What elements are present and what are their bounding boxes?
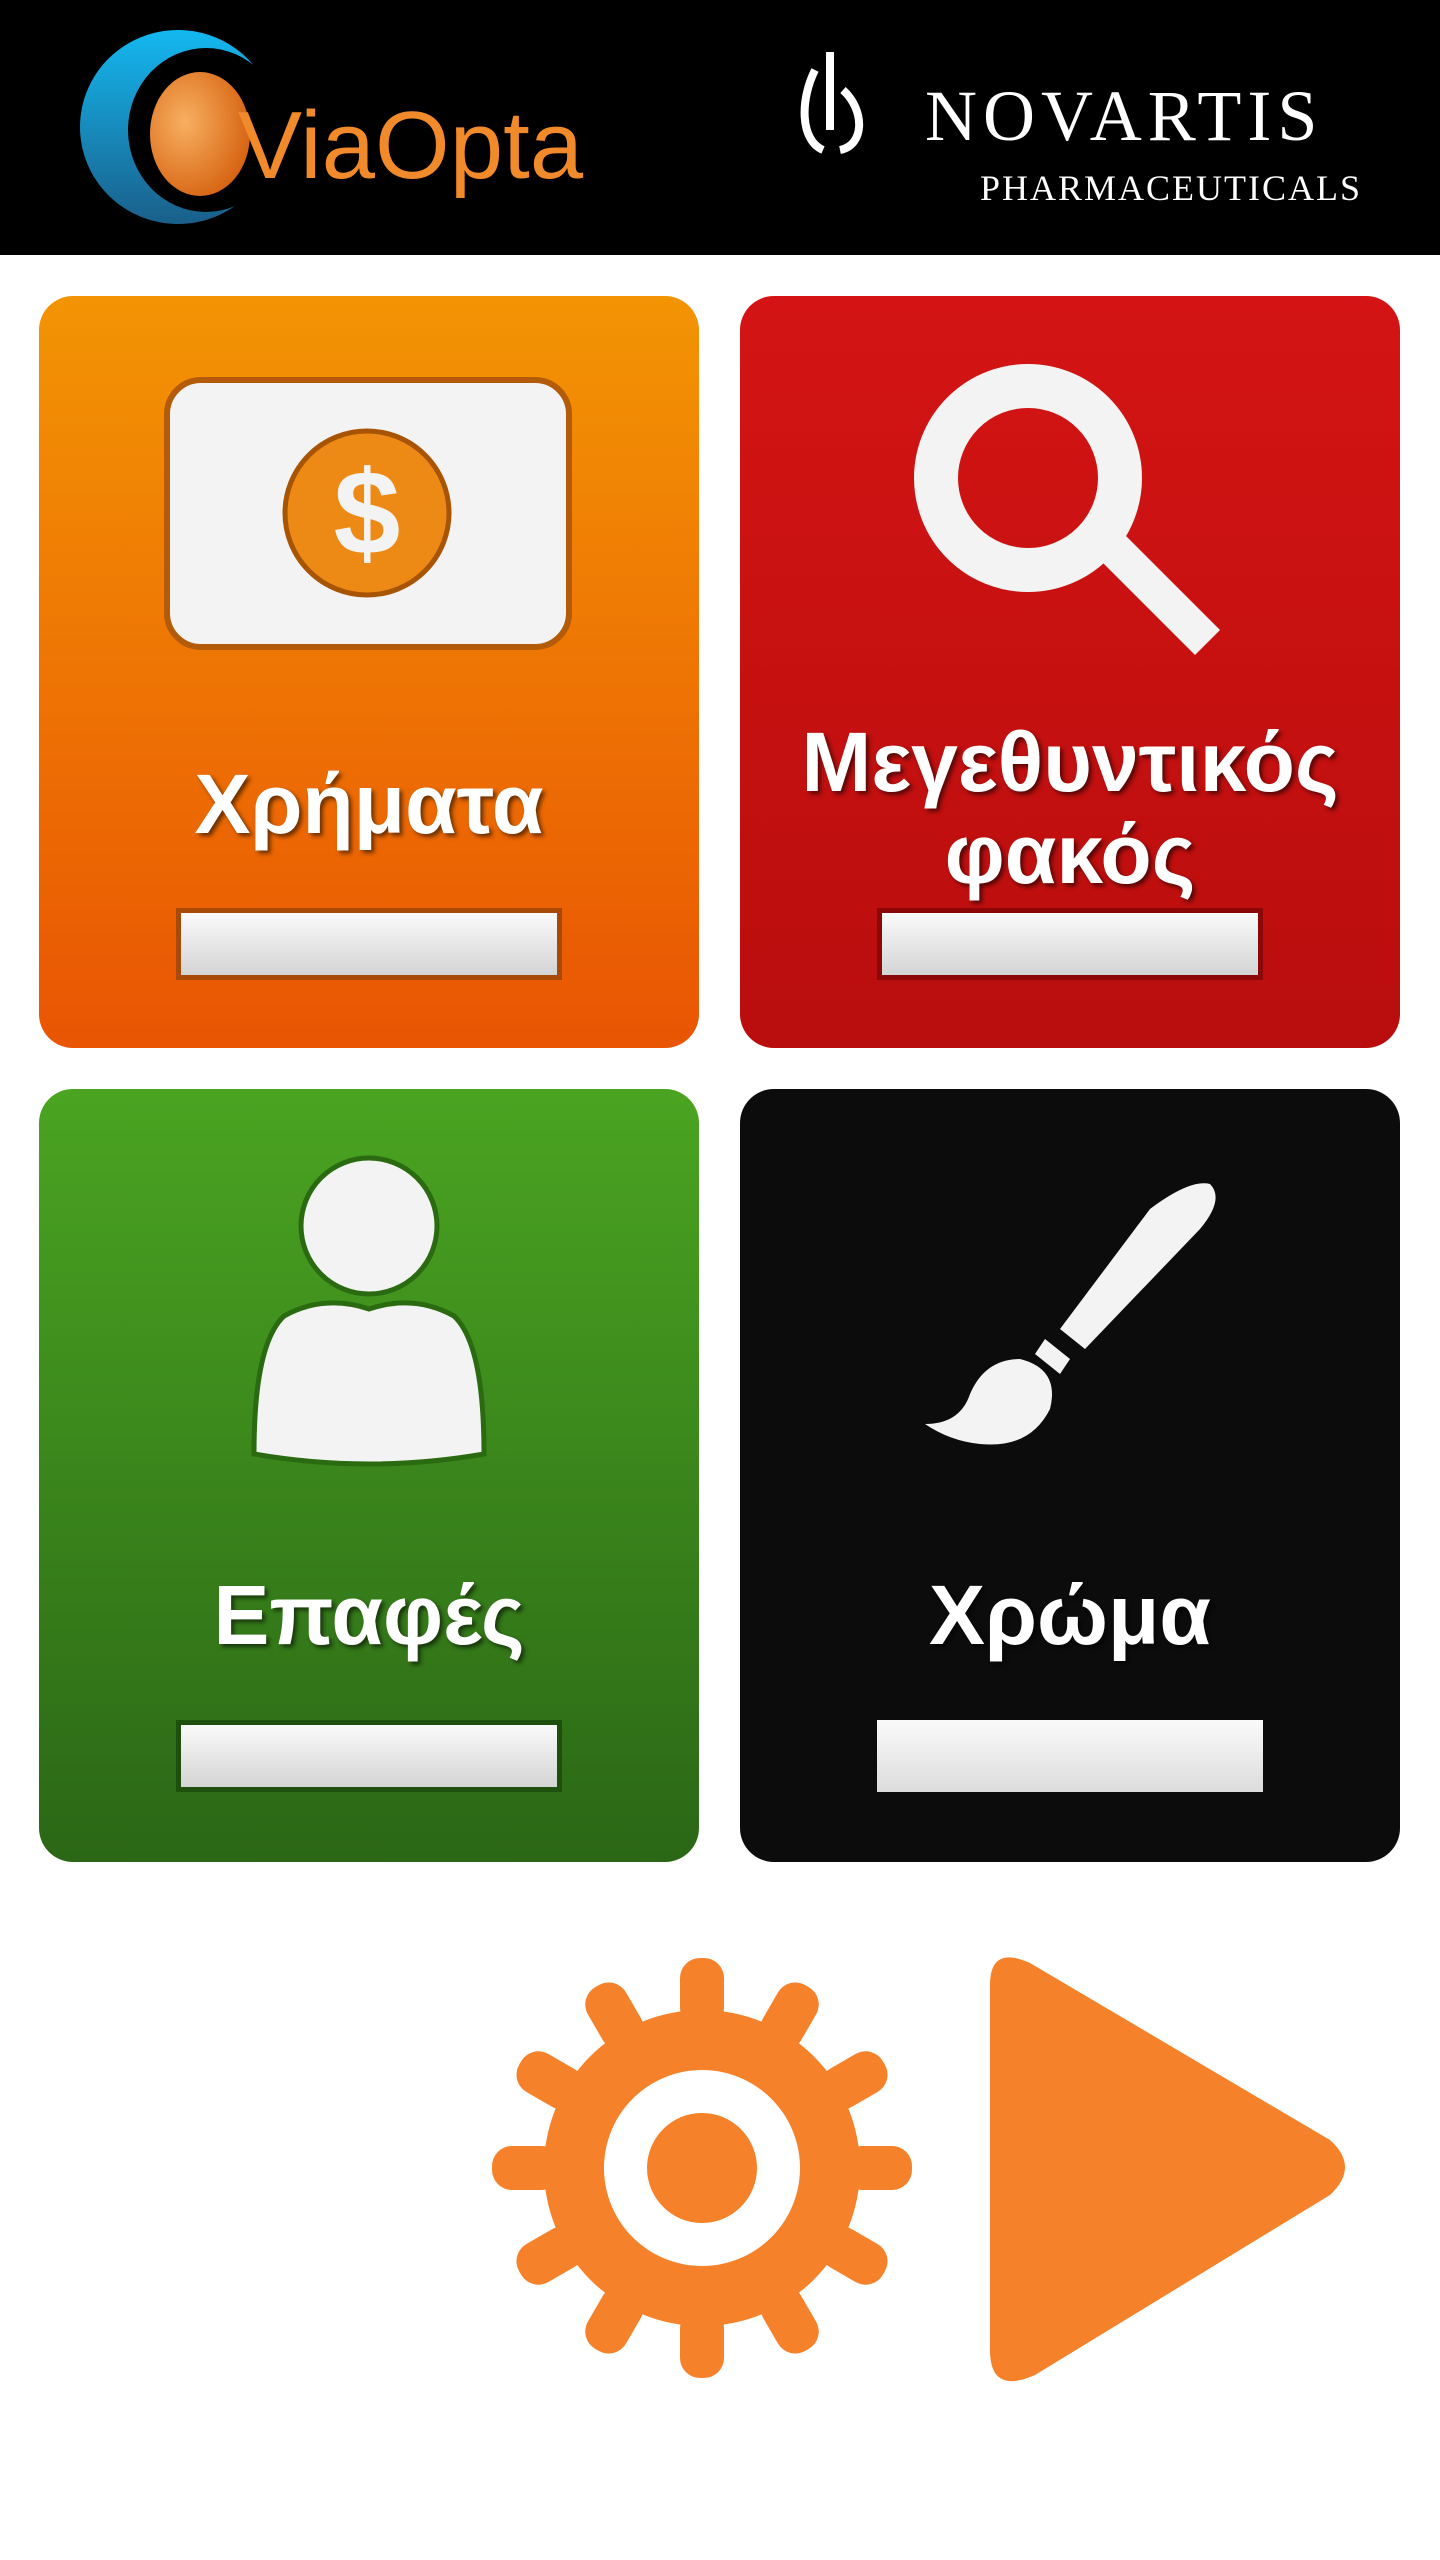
tile-label-line2: φακός bbox=[944, 807, 1196, 901]
svg-text:NOVARTIS: NOVARTIS bbox=[925, 76, 1323, 156]
paintbrush-icon bbox=[925, 1183, 1216, 1445]
tile-bar bbox=[176, 908, 562, 980]
tile-color[interactable]: Χρώμα bbox=[740, 1089, 1400, 1862]
svg-text:$: $ bbox=[334, 446, 401, 580]
tile-bar bbox=[877, 908, 1263, 980]
tile-label: Επαφές bbox=[213, 1568, 525, 1662]
app-header: ViaOpta NOVARTIS PHARMACEUTICALS bbox=[0, 0, 1440, 255]
play-icon[interactable] bbox=[985, 1945, 1360, 2390]
contact-person-icon bbox=[251, 1155, 487, 1467]
tile-magnifier[interactable]: Μεγεθυντικός φακός bbox=[740, 296, 1400, 1048]
tile-bar bbox=[176, 1720, 562, 1792]
tile-label: Χρήματα bbox=[194, 757, 544, 851]
viaopta-logo: ViaOpta bbox=[80, 30, 584, 224]
novartis-logo: NOVARTIS PHARMACEUTICALS bbox=[800, 52, 1362, 208]
tile-contacts[interactable]: Επαφές bbox=[39, 1089, 699, 1862]
tile-label-line1: Μεγεθυντικός bbox=[801, 715, 1339, 809]
svg-text:ViaOpta: ViaOpta bbox=[238, 92, 584, 199]
magnifier-icon bbox=[914, 364, 1220, 655]
tile-bar bbox=[877, 1720, 1263, 1792]
settings-gear-icon[interactable] bbox=[492, 1958, 912, 2378]
svg-text:PHARMACEUTICALS: PHARMACEUTICALS bbox=[980, 168, 1362, 208]
tile-label: Χρώμα bbox=[929, 1568, 1211, 1662]
tile-money[interactable]: $ Χρήματα bbox=[39, 296, 699, 1048]
money-icon: $ bbox=[164, 377, 572, 650]
